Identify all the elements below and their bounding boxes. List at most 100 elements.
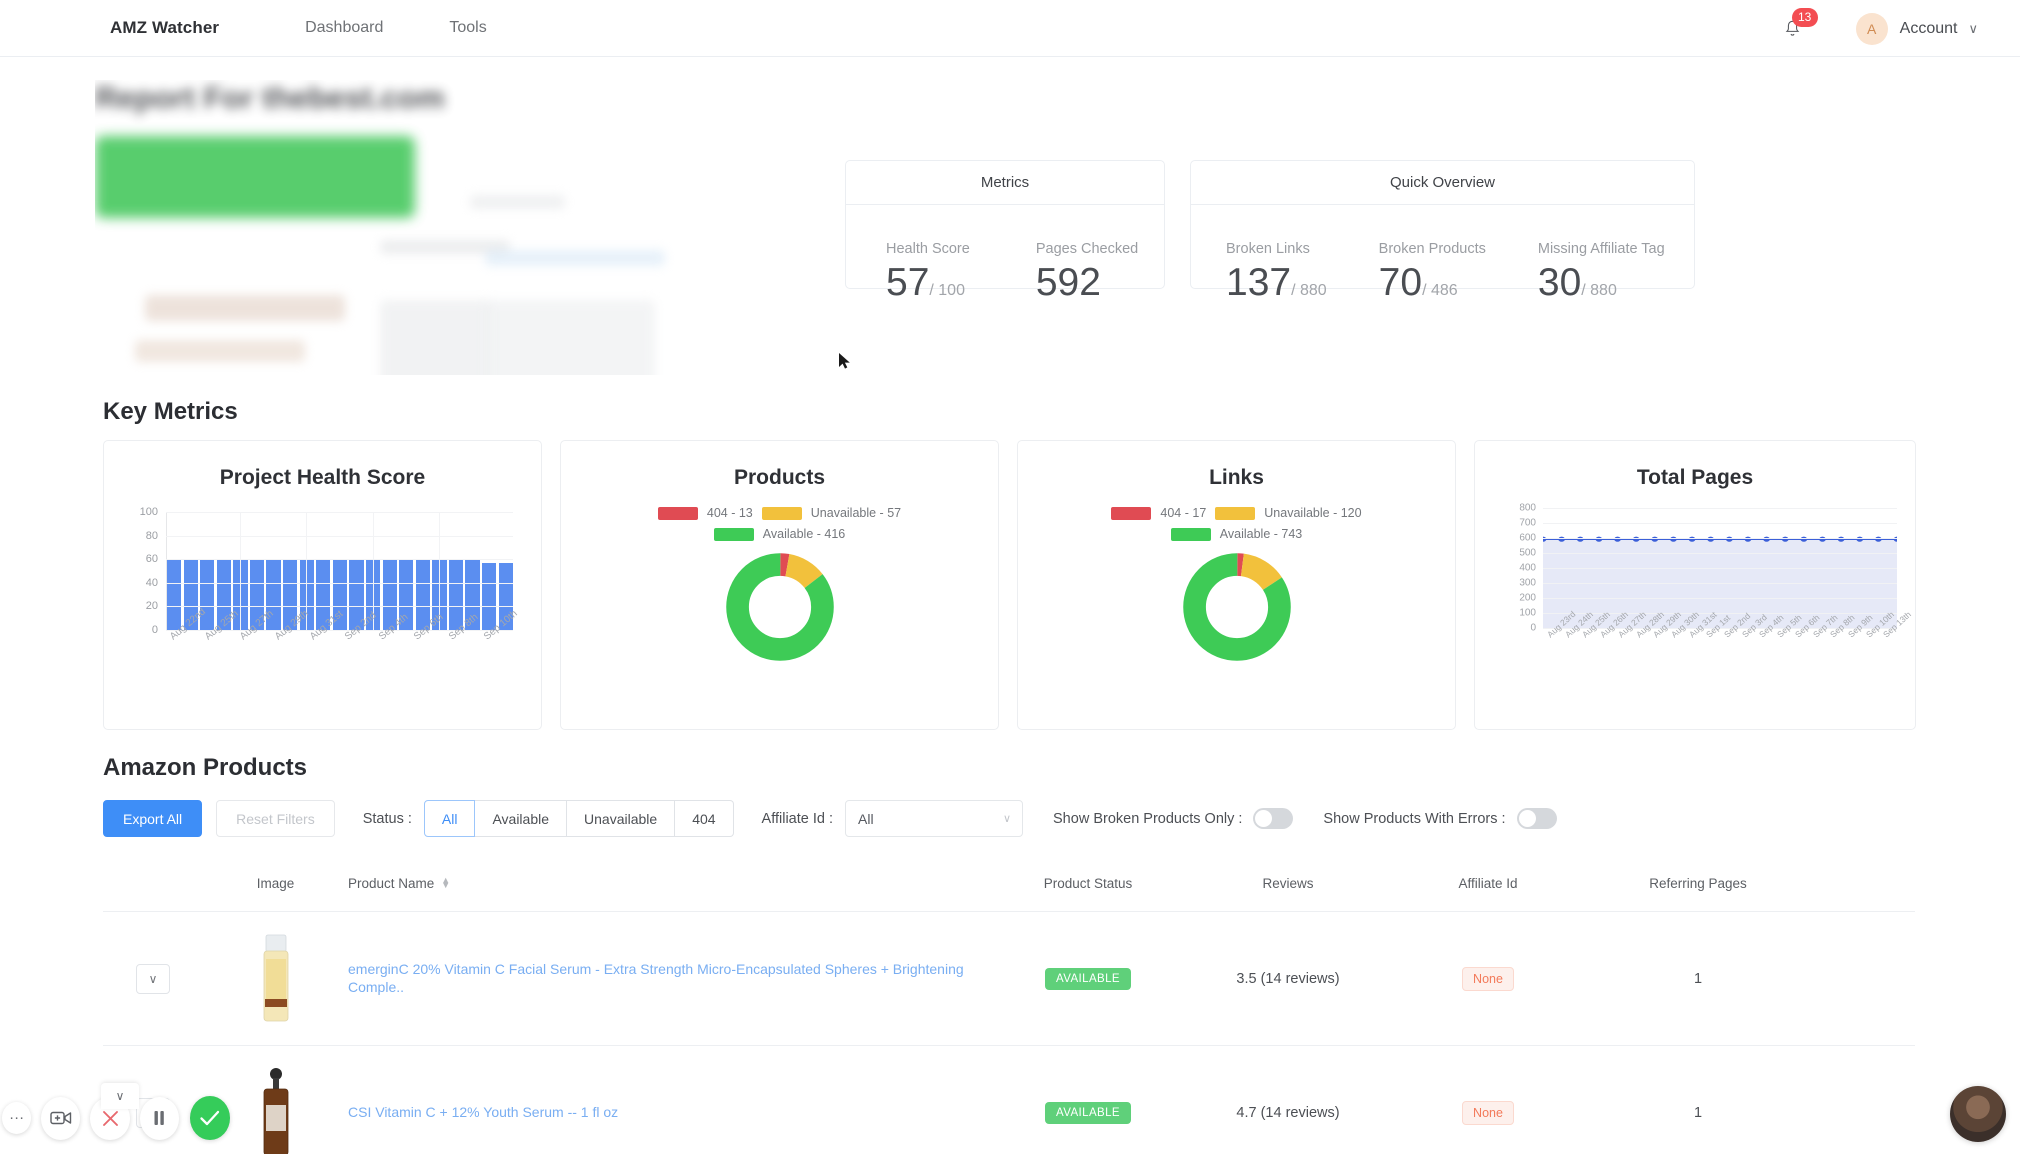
metric-pages-checked: Pages Checked 592 bbox=[1036, 241, 1138, 304]
legend-item[interactable]: 404 - 17 bbox=[1111, 506, 1206, 520]
mouse-cursor-icon bbox=[839, 353, 850, 369]
product-name-cell: emerginC 20% Vitamin C Facial Serum - Ex… bbox=[348, 961, 988, 997]
bar[interactable] bbox=[481, 562, 497, 630]
row-expand-cell: ∨ bbox=[103, 963, 203, 994]
metric-missing-affiliate-tag: Missing Affiliate Tag 30/ 880 bbox=[1538, 241, 1665, 304]
report-header-blurred: Report For thebest.com bbox=[95, 80, 835, 375]
gridline bbox=[1543, 508, 1897, 509]
area-chart-plot-area: 0 100 200 300 400 500 600 700 800 bbox=[1519, 503, 1897, 634]
gridline bbox=[1543, 568, 1897, 569]
legend-item[interactable]: Unavailable - 57 bbox=[761, 506, 902, 520]
bar-chart-project-health-score: 0 20 40 60 80 100 Aug 22nd Aug 25th Aug 27th Aug… bbox=[104, 504, 541, 679]
report-banner-green bbox=[95, 136, 415, 218]
bar[interactable] bbox=[167, 559, 182, 630]
product-name-link[interactable]: CSI Vitamin C + 12% Youth Serum -- 1 fl … bbox=[348, 1104, 618, 1120]
x-axis-tick-labels: Aug 22nd Aug 25th Aug 27th Aug 29th Aug 31st… bbox=[168, 606, 531, 679]
metric-value: 70/ 486 bbox=[1378, 261, 1458, 304]
brand-logo[interactable]: AMZ Watcher bbox=[110, 18, 219, 38]
recorder-collapse-button[interactable]: ∨ bbox=[101, 1083, 139, 1109]
nav-link-dashboard[interactable]: Dashboard bbox=[305, 19, 383, 37]
recorder-pause-button[interactable] bbox=[139, 1096, 179, 1140]
column-header-product-name[interactable]: Product Name ▲ ▼ bbox=[348, 876, 988, 891]
metric-broken-products: Broken Products 70/ 486 bbox=[1379, 241, 1486, 304]
table-row[interactable]: ∨ emerginC 20% Vitamin C Facial Serum - … bbox=[103, 912, 1915, 1046]
export-all-button[interactable]: Export All bbox=[103, 800, 203, 837]
reviews-cell: 4.7 (14 reviews) bbox=[1236, 1104, 1340, 1121]
product-thumbnail-icon bbox=[263, 1067, 288, 1154]
y-axis-tick-label: 200 bbox=[1519, 592, 1536, 604]
report-blurred-content bbox=[95, 195, 835, 375]
y-axis-tick-label: 0 bbox=[1530, 622, 1536, 634]
status-filter-available[interactable]: Available bbox=[475, 800, 568, 837]
expand-row-button[interactable]: ∨ bbox=[136, 963, 170, 994]
chart-card-links: Links 404 - 17 Unavailable - 120 Availab… bbox=[1017, 440, 1456, 730]
y-axis-tick-label: 60 bbox=[145, 553, 158, 566]
donut-chart-products bbox=[725, 553, 834, 661]
gridline bbox=[166, 535, 513, 537]
metrics-card-title: Metrics bbox=[846, 161, 1164, 205]
chart-card-products: Products 404 - 13 Unavailable - 57 Avail… bbox=[560, 440, 999, 730]
bar[interactable] bbox=[448, 559, 464, 630]
metric-broken-links: Broken Links 137/ 880 bbox=[1226, 241, 1327, 304]
sort-icon[interactable]: ▲ ▼ bbox=[441, 876, 450, 890]
y-axis-tick-label: 80 bbox=[145, 529, 158, 542]
gridline bbox=[1543, 613, 1897, 614]
legend-item[interactable]: 404 - 13 bbox=[657, 506, 753, 520]
section-title-amazon-products: Amazon Products bbox=[103, 754, 308, 781]
notification-count-badge: 13 bbox=[1791, 7, 1818, 27]
legend-item[interactable]: Unavailable - 120 bbox=[1215, 506, 1362, 520]
status-badge: AVAILABLE bbox=[1045, 967, 1131, 990]
notifications-button[interactable]: 13 bbox=[1778, 7, 1818, 44]
more-icon: ··· bbox=[9, 1109, 25, 1126]
affiliate-id-filter-label: Affiliate Id : bbox=[761, 810, 834, 827]
metric-value: 592 bbox=[1035, 261, 1101, 304]
affiliate-id-select[interactable]: All ∨ bbox=[845, 800, 1024, 837]
legend-swatch-unavailable bbox=[761, 506, 802, 520]
referring-pages-cell: 1 bbox=[1693, 1104, 1703, 1121]
nav-link-tools[interactable]: Tools bbox=[449, 19, 486, 37]
account-menu-label[interactable]: Account bbox=[1900, 20, 1958, 38]
area-chart-total-pages: 0 100 200 300 400 500 600 700 800 Aug 23rd Aug 24… bbox=[1475, 502, 1915, 682]
legend-label: Unavailable - 57 bbox=[810, 506, 902, 520]
status-filter-unavailable[interactable]: Unavailable bbox=[567, 800, 676, 837]
gridline bbox=[240, 512, 242, 630]
gridline bbox=[1543, 553, 1897, 554]
recorder-finish-button[interactable] bbox=[189, 1096, 230, 1140]
chart-title: Project Health Score bbox=[219, 466, 426, 489]
donut-legend-products: 404 - 13 Unavailable - 57 Available - 41… bbox=[561, 506, 998, 541]
recorder-add-clip-button[interactable] bbox=[41, 1096, 81, 1140]
legend-swatch-404 bbox=[1111, 506, 1152, 520]
status-filter-404[interactable]: 404 bbox=[675, 800, 734, 837]
show-products-with-errors-label: Show Products With Errors : bbox=[1323, 810, 1506, 827]
recorder-more-button[interactable]: ··· bbox=[2, 1102, 32, 1134]
webcam-preview[interactable] bbox=[1950, 1086, 2006, 1142]
y-axis-tick-label: 600 bbox=[1519, 532, 1536, 544]
product-status-cell: AVAILABLE bbox=[988, 1101, 1188, 1124]
legend-item[interactable]: Available - 416 bbox=[713, 527, 845, 541]
status-badge: AVAILABLE bbox=[1045, 1101, 1131, 1124]
metric-label: Health Score bbox=[886, 241, 970, 257]
status-filter-all[interactable]: All bbox=[423, 800, 476, 837]
product-name-cell: CSI Vitamin C + 12% Youth Serum -- 1 fl … bbox=[348, 1104, 988, 1122]
chevron-down-icon[interactable]: ∨ bbox=[1968, 21, 1978, 37]
chart-title: Links bbox=[1209, 466, 1264, 489]
table-row[interactable]: ∨ CSI Vitamin C + 12% Youth Serum -- 1 f… bbox=[103, 1046, 1915, 1154]
column-header-affiliate-id: Affiliate Id bbox=[1458, 875, 1518, 891]
product-name-link[interactable]: emerginC 20% Vitamin C Facial Serum - Ex… bbox=[348, 961, 964, 995]
legend-item[interactable]: Available - 743 bbox=[1170, 527, 1302, 541]
y-axis-tick-label: 0 bbox=[151, 624, 158, 636]
reset-filters-button: Reset Filters bbox=[216, 800, 335, 837]
gridline bbox=[1543, 583, 1897, 584]
donut-legend-links: 404 - 17 Unavailable - 120 Available - 7… bbox=[1018, 506, 1455, 541]
referring-pages-cell: 1 bbox=[1693, 970, 1703, 987]
legend-label: 404 - 13 bbox=[706, 506, 753, 520]
avatar[interactable]: A bbox=[1855, 12, 1888, 45]
y-axis-tick-label: 40 bbox=[145, 576, 158, 589]
show-broken-products-only-toggle[interactable] bbox=[1253, 808, 1294, 829]
show-products-with-errors-toggle[interactable] bbox=[1516, 808, 1557, 829]
column-header-reviews: Reviews bbox=[1262, 875, 1314, 891]
quick-overview-card-title: Quick Overview bbox=[1191, 161, 1694, 205]
y-axis-tick-label: 100 bbox=[139, 506, 158, 518]
status-filter-label: Status : bbox=[362, 810, 412, 827]
y-axis-tick-label: 300 bbox=[1519, 577, 1536, 589]
